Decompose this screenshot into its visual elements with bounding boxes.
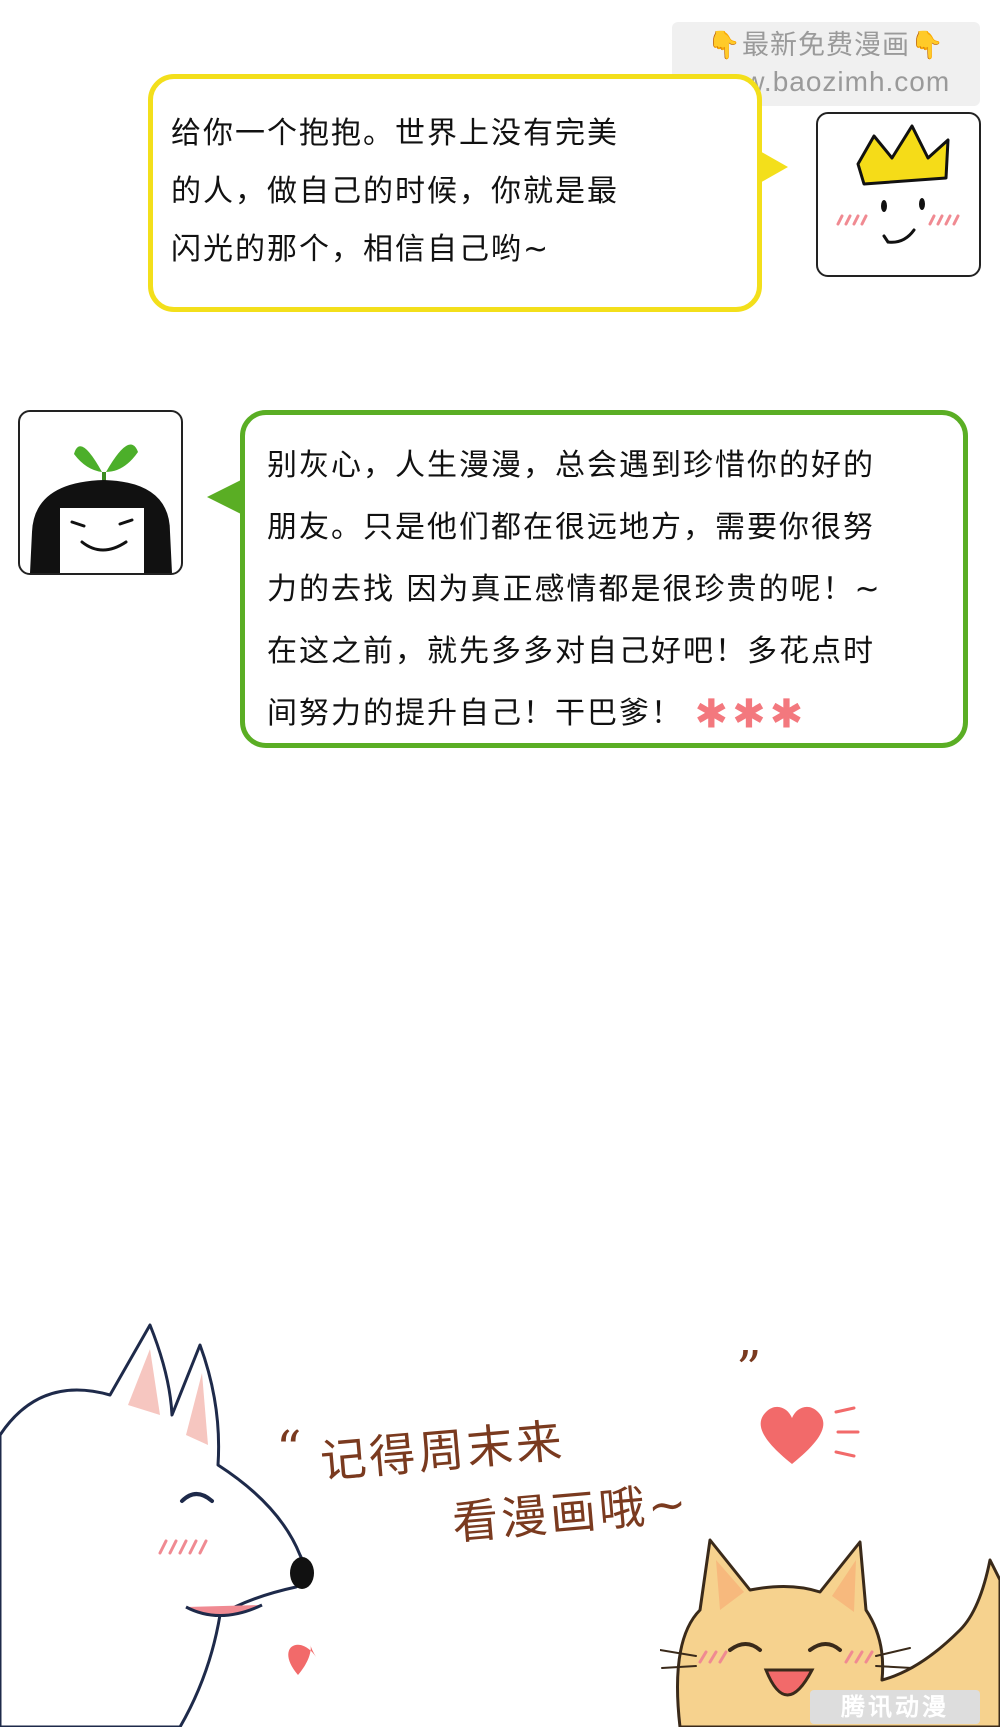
heart-icon (760, 1406, 824, 1464)
bubble-text-line: 闪光的那个，相信自己哟~ (171, 232, 551, 267)
bubble-text-line: 别灰心，人生漫漫，总会遇到珍惜你的好的 (267, 448, 875, 483)
bubble-text-line: 在这之前，就先多多对自己好吧！多花点时 (267, 634, 875, 669)
speech-bubble-yellow: 给你一个抱抱。世界上没有完美 的人，做自己的时候，你就是最 闪光的那个，相信自己… (148, 74, 762, 312)
brand-logo: 腾讯动漫 (810, 1690, 980, 1724)
sprout-girl-avatar (18, 410, 183, 575)
signoff-line-1: 记得周末来 (318, 1413, 567, 1489)
bubble-tail-yellow (758, 150, 788, 184)
sparkle-lines-icon (834, 1406, 860, 1458)
bubble-text-last: 间努力的提升自己！干巴爹！ (267, 696, 683, 731)
open-quote: “ (276, 1420, 302, 1478)
bubble-text-line: 给你一个抱抱。世界上没有完美 (171, 116, 619, 151)
bubble-tail-green (207, 480, 241, 514)
king-crown-avatar (816, 112, 981, 277)
star-decoration-icon: ✱✱✱ (694, 691, 808, 738)
watermark-title: 👇最新免费漫画👇 (707, 30, 945, 61)
white-dog-illustration (0, 1323, 316, 1727)
close-quote: ” (736, 1340, 762, 1398)
bubble-text-line: 间努力的提升自己！干巴爹！ ✱✱✱ (267, 683, 947, 746)
signoff-line-2: 看漫画哦~ (450, 1475, 692, 1551)
heart-icon (288, 1644, 316, 1675)
speech-bubble-green: 别灰心，人生漫漫，总会遇到珍惜你的好的 朋友。只是他们都在很远地方，需要你很努 … (240, 410, 968, 748)
king-avatar-drawing (836, 124, 960, 244)
bubble-text-line: 朋友。只是他们都在很远地方，需要你很努 (267, 510, 875, 545)
sprout-avatar-drawing (30, 444, 172, 573)
bubble-text-line: 力的去找 因为真正感情都是很珍贵的呢！~ (267, 572, 882, 607)
bubble-text-line: 的人，做自己的时候，你就是最 (171, 174, 619, 209)
